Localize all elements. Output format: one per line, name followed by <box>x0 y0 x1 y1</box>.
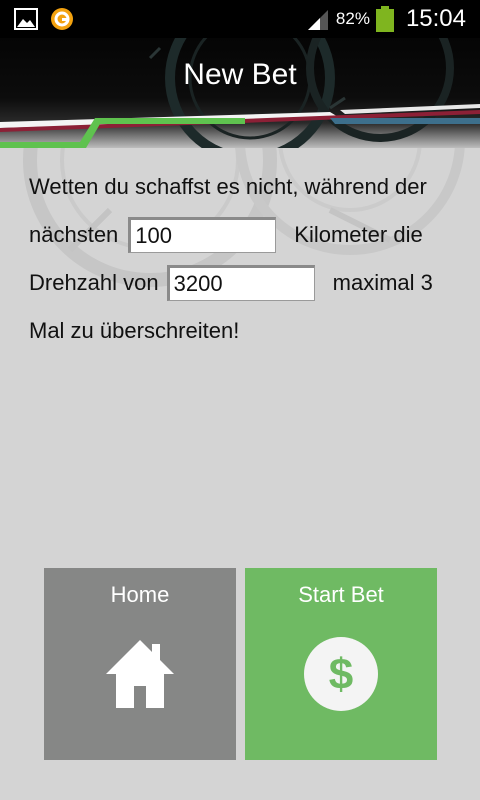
bet-description: Wetten du schaffst es nicht, während der… <box>29 163 469 355</box>
bet-line-3: Drehzahl von maximal 3 <box>29 259 469 307</box>
header-bar: New Bet <box>0 38 480 148</box>
header-dashboard-decoration <box>0 38 480 148</box>
bet-text-line-1: Wetten du schaffst es nicht, während der <box>29 174 427 199</box>
start-bet-button[interactable]: Start Bet $ <box>245 568 437 760</box>
battery-icon <box>375 6 394 32</box>
home-button-label: Home <box>110 582 170 607</box>
bet-text-line-4: Mal zu überschreiten! <box>29 318 240 343</box>
bet-text-line-3-prefix: Drehzahl von <box>29 270 159 295</box>
bet-line-2: nächsten Kilometer die <box>29 211 469 259</box>
rpm-input[interactable] <box>166 265 315 301</box>
bet-text-line-3-suffix: maximal 3 <box>332 270 433 295</box>
status-bar-right: 82% 15:04 <box>306 0 466 38</box>
battery-percent: 82% <box>335 9 370 28</box>
home-button[interactable]: Home <box>44 568 236 760</box>
status-bar-left <box>14 7 74 31</box>
start-bet-button-label: Start Bet <box>298 582 384 607</box>
svg-text:$: $ <box>329 650 353 699</box>
status-bar: 82% 15:04 <box>0 0 480 38</box>
dollar-icon: $ <box>304 637 378 711</box>
gallery-icon <box>14 8 38 30</box>
clock: 15:04 <box>405 5 466 32</box>
bet-line-1: Wetten du schaffst es nicht, während der <box>29 163 469 211</box>
home-icon <box>106 640 174 708</box>
app-notification-icon <box>51 8 73 30</box>
kilometers-input[interactable] <box>128 217 277 253</box>
bet-text-line-2-prefix: nächsten <box>29 222 119 247</box>
page-title: New Bet <box>183 58 297 91</box>
bet-line-4: Mal zu überschreiten! <box>29 307 469 355</box>
signal-icon <box>307 10 328 30</box>
bet-text-line-2-suffix: Kilometer die <box>294 222 423 247</box>
